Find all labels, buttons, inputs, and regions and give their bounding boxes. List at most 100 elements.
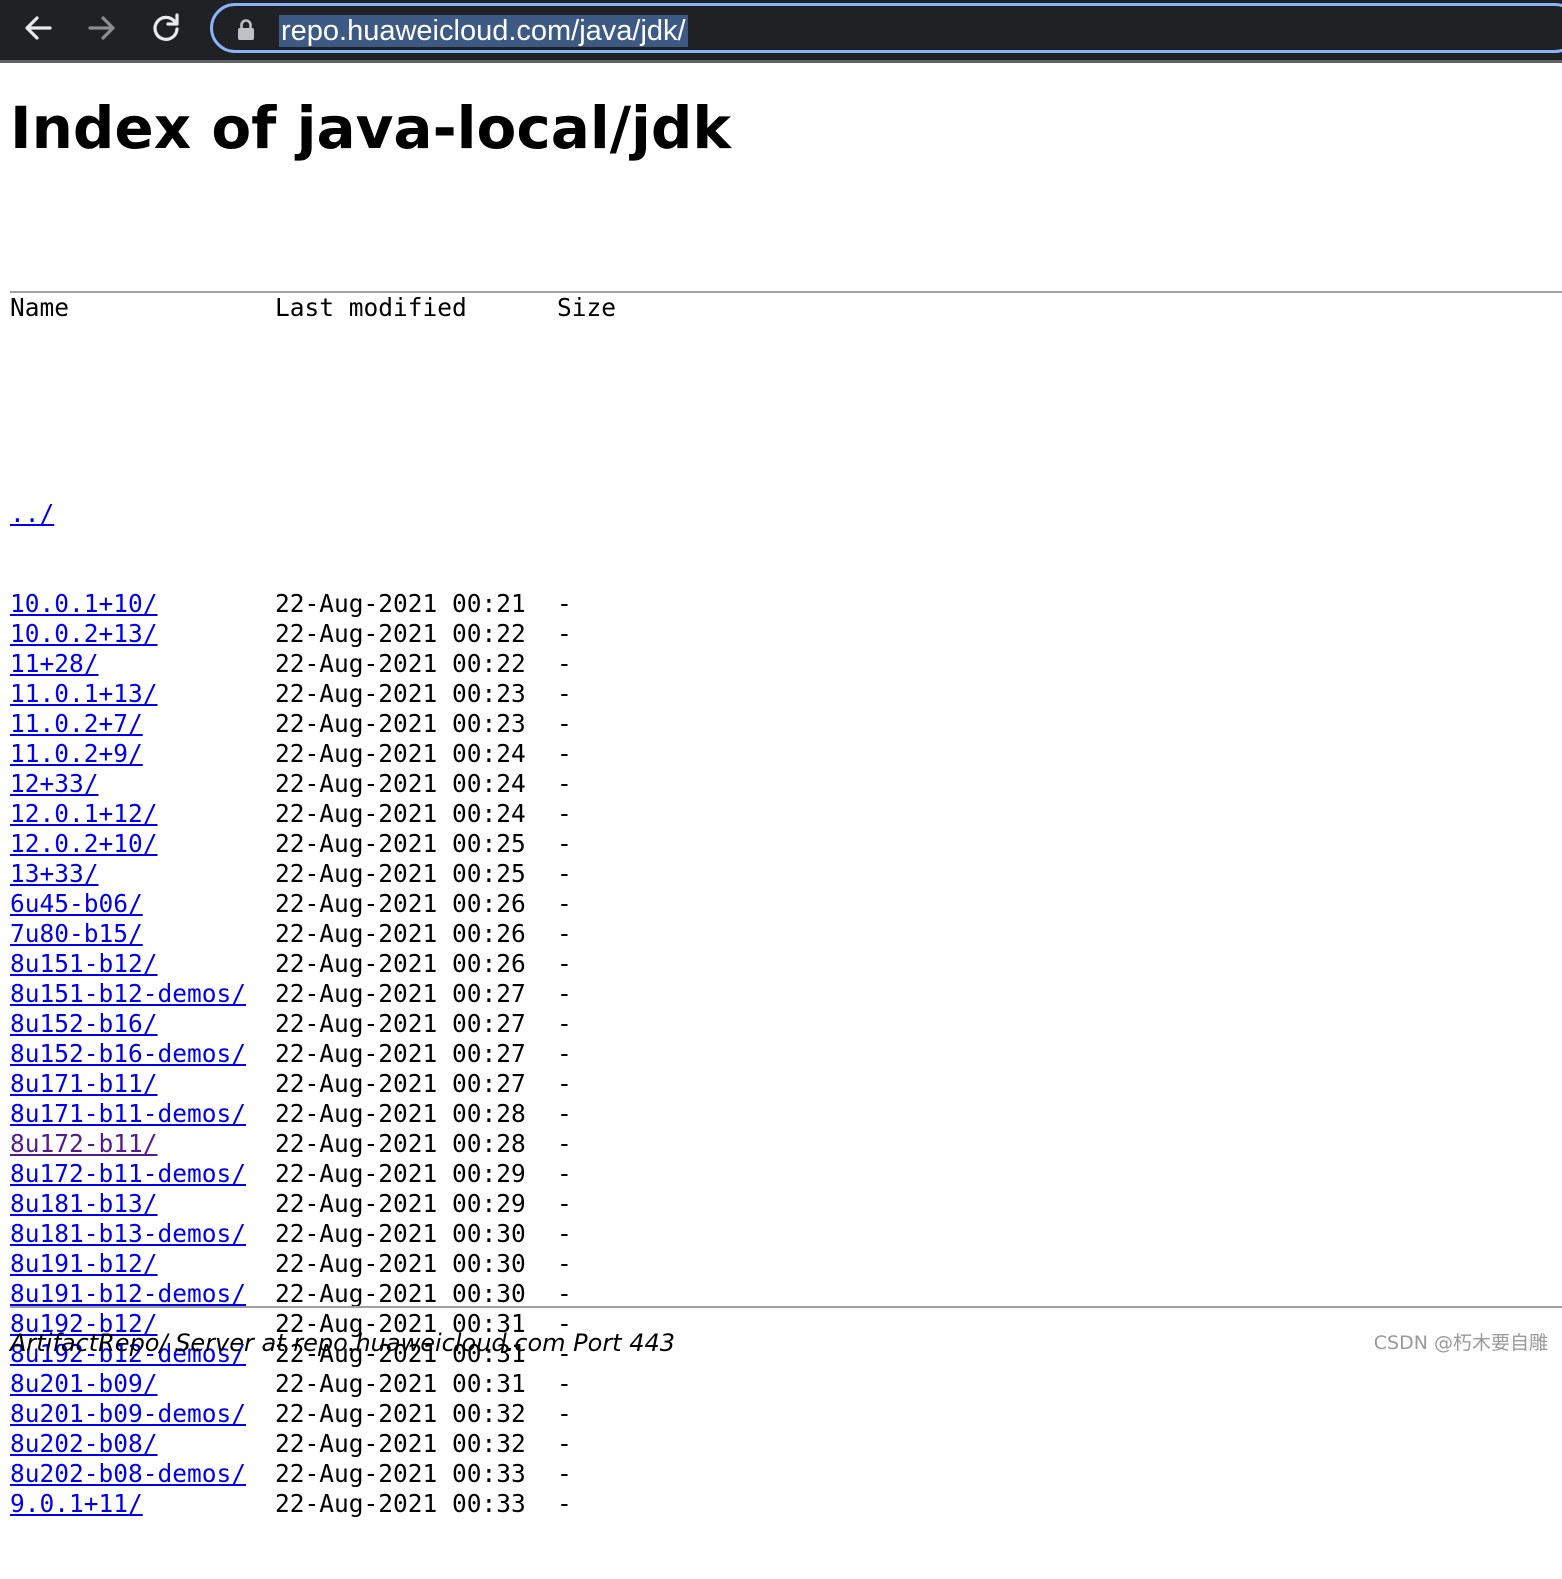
directory-link[interactable]: 8u201-b09/ — [10, 1369, 158, 1398]
entry-modified: 22-Aug-2021 00:33 — [275, 1489, 526, 1518]
entry-size: - — [557, 1039, 572, 1068]
entry-size: - — [557, 1459, 572, 1488]
entry-name-cell: 10.0.2+13/ — [10, 619, 275, 649]
directory-link[interactable]: 9.0.1+11/ — [10, 1489, 143, 1518]
entry-size: - — [557, 919, 572, 948]
directory-link[interactable]: 8u151-b12/ — [10, 949, 158, 978]
entry-name-cell: 8u152-b16-demos/ — [10, 1039, 275, 1069]
browser-toolbar: repo.huaweicloud.com/java/jdk/ — [0, 0, 1562, 63]
entry-modified: 22-Aug-2021 00:27 — [275, 1039, 526, 1068]
table-row: 8u201-b09/22-Aug-2021 00:31 - — [10, 1369, 616, 1399]
entry-size: - — [557, 1429, 572, 1458]
table-row: 8u191-b12/22-Aug-2021 00:30 - — [10, 1249, 616, 1279]
table-row: 8u152-b16-demos/22-Aug-2021 00:27 - — [10, 1039, 616, 1069]
url-text[interactable]: repo.huaweicloud.com/java/jdk/ — [279, 15, 688, 47]
table-row: 8u202-b08/22-Aug-2021 00:32 - — [10, 1429, 616, 1459]
entry-modified: 22-Aug-2021 00:24 — [275, 769, 526, 798]
directory-link[interactable]: 12+33/ — [10, 769, 99, 798]
entry-modified: 22-Aug-2021 00:24 — [275, 739, 526, 768]
entry-modified: 22-Aug-2021 00:32 — [275, 1429, 526, 1458]
entries-list: 10.0.1+10/22-Aug-2021 00:21-10.0.2+13/22… — [10, 589, 616, 1519]
entry-size: - — [557, 1369, 572, 1398]
entry-name-cell: 8u181-b13-demos/ — [10, 1219, 275, 1249]
entry-modified: 22-Aug-2021 00:23 — [275, 679, 526, 708]
entry-size: - — [557, 979, 572, 1008]
forward-button[interactable] — [80, 6, 124, 50]
entry-name-cell: 9.0.1+11/ — [10, 1489, 275, 1519]
table-row: 12.0.1+12/22-Aug-2021 00:24 - — [10, 799, 616, 829]
entry-name-cell: 8u171-b11-demos/ — [10, 1099, 275, 1129]
directory-link[interactable]: 8u171-b11/ — [10, 1069, 158, 1098]
entry-modified: 22-Aug-2021 00:24 — [275, 799, 526, 828]
directory-link[interactable]: 8u202-b08/ — [10, 1429, 158, 1458]
directory-link[interactable]: 10.0.2+13/ — [10, 619, 158, 648]
directory-link[interactable]: 8u171-b11-demos/ — [10, 1099, 246, 1128]
entry-size: - — [557, 889, 572, 918]
entry-size: - — [557, 1399, 572, 1428]
forward-arrow-icon — [88, 16, 115, 40]
directory-link[interactable]: 13+33/ — [10, 859, 99, 888]
entry-size: - — [557, 1009, 572, 1038]
directory-link[interactable]: 8u172-b11/ — [10, 1129, 158, 1158]
entry-size: - — [557, 769, 572, 798]
back-button[interactable] — [16, 6, 60, 50]
reload-button[interactable] — [144, 6, 188, 50]
entry-name-cell: 6u45-b06/ — [10, 889, 275, 919]
table-row: 8u181-b13/22-Aug-2021 00:29 - — [10, 1189, 616, 1219]
directory-link[interactable]: 12.0.2+10/ — [10, 829, 158, 858]
directory-link[interactable]: 8u181-b13/ — [10, 1189, 158, 1218]
directory-link[interactable]: 8u202-b08-demos/ — [10, 1459, 246, 1488]
entry-name-cell: 8u201-b09/ — [10, 1369, 275, 1399]
directory-link[interactable]: 8u151-b12-demos/ — [10, 979, 246, 1008]
table-row: 8u181-b13-demos/22-Aug-2021 00:30 - — [10, 1219, 616, 1249]
entry-name-cell: 7u80-b15/ — [10, 919, 275, 949]
entry-name-cell: 8u202-b08-demos/ — [10, 1459, 275, 1489]
entry-modified: 22-Aug-2021 00:27 — [275, 1069, 526, 1098]
directory-link[interactable]: 8u201-b09-demos/ — [10, 1399, 246, 1428]
directory-link[interactable]: 10.0.1+10/ — [10, 589, 158, 618]
lock-icon[interactable] — [237, 19, 255, 41]
entry-size: - — [557, 1489, 572, 1518]
directory-link[interactable]: 8u191-b12-demos/ — [10, 1279, 246, 1308]
directory-link[interactable]: 8u181-b13-demos/ — [10, 1219, 246, 1248]
table-row: 10.0.2+13/22-Aug-2021 00:22 - — [10, 619, 616, 649]
entry-size: - — [557, 1129, 572, 1158]
parent-directory-link[interactable]: ../ — [10, 499, 54, 528]
directory-link[interactable]: 8u152-b16-demos/ — [10, 1039, 246, 1068]
entry-name-cell: 11.0.2+9/ — [10, 739, 275, 769]
listing-header: Name Last modified Size — [10, 293, 616, 323]
directory-link[interactable]: 8u152-b16/ — [10, 1009, 158, 1038]
directory-link[interactable]: 7u80-b15/ — [10, 919, 143, 948]
server-address: ArtifactRepo/ Server at repo.huaweicloud… — [10, 1329, 676, 1357]
table-row: 8u171-b11-demos/22-Aug-2021 00:28 - — [10, 1099, 616, 1129]
table-row: 12.0.2+10/22-Aug-2021 00:25 - — [10, 829, 616, 859]
directory-link[interactable]: 11.0.2+7/ — [10, 709, 143, 738]
directory-link[interactable]: 6u45-b06/ — [10, 889, 143, 918]
entry-name-cell: 11.0.2+7/ — [10, 709, 275, 739]
directory-link[interactable]: 11.0.1+13/ — [10, 679, 158, 708]
table-row: 12+33/22-Aug-2021 00:24 - — [10, 769, 616, 799]
address-bar[interactable]: repo.huaweicloud.com/java/jdk/ — [210, 3, 1562, 53]
table-row: 11.0.2+7/22-Aug-2021 00:23 - — [10, 709, 616, 739]
table-row: 8u172-b11-demos/22-Aug-2021 00:29 - — [10, 1159, 616, 1189]
entry-size: - — [557, 859, 572, 888]
entry-size: - — [557, 1069, 572, 1098]
entry-modified: 22-Aug-2021 00:28 — [275, 1129, 526, 1158]
directory-link[interactable]: 11+28/ — [10, 649, 99, 678]
entry-modified: 22-Aug-2021 00:22 — [275, 649, 526, 678]
entry-modified: 22-Aug-2021 00:29 — [275, 1189, 526, 1218]
directory-link[interactable]: 12.0.1+12/ — [10, 799, 158, 828]
column-header-size: Size — [557, 293, 617, 322]
entry-modified: 22-Aug-2021 00:27 — [275, 1009, 526, 1038]
directory-link[interactable]: 8u172-b11-demos/ — [10, 1159, 246, 1188]
entry-modified: 22-Aug-2021 00:31 — [275, 1369, 526, 1398]
directory-link[interactable]: 11.0.2+9/ — [10, 739, 143, 768]
entry-name-cell: 8u172-b11/ — [10, 1129, 275, 1159]
entry-size: - — [557, 1249, 572, 1278]
directory-link[interactable]: 8u191-b12/ — [10, 1249, 158, 1278]
parent-directory-row: ../ — [10, 499, 616, 529]
table-row: 10.0.1+10/22-Aug-2021 00:21 - — [10, 589, 616, 619]
table-row: 11+28/22-Aug-2021 00:22 - — [10, 649, 616, 679]
entry-size: - — [557, 1219, 572, 1248]
table-row: 7u80-b15/22-Aug-2021 00:26 - — [10, 919, 616, 949]
